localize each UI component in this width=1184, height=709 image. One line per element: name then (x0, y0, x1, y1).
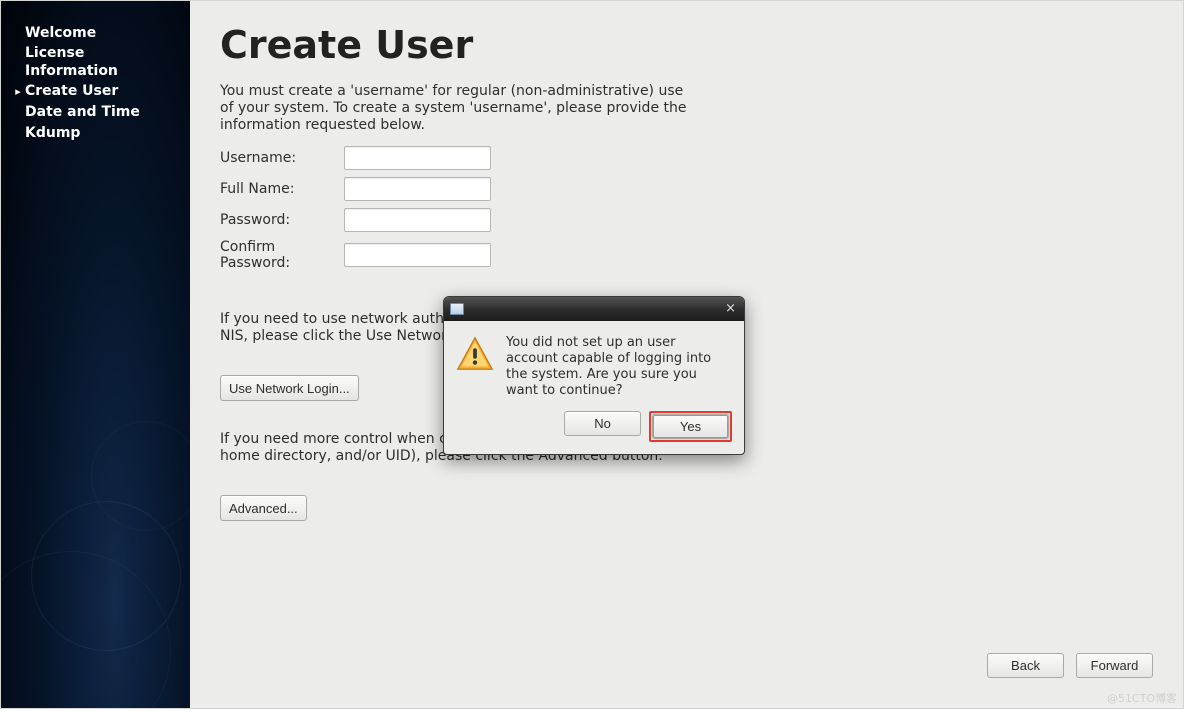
sidebar-item-kdump[interactable]: Kdump (1, 123, 190, 143)
confirm-dialog: × You did not set up an user account cap… (443, 296, 745, 455)
sidebar-item-create-user[interactable]: ▸ Create User (1, 81, 190, 101)
password-label: Password: (220, 212, 344, 228)
decorative-ring (91, 421, 201, 531)
use-network-login-button[interactable]: Use Network Login... (220, 375, 359, 401)
wizard-footer: Back Forward (987, 653, 1153, 678)
sidebar-item-label: Date and Time (25, 103, 140, 121)
page-title: Create User (220, 23, 1153, 67)
window-icon (450, 303, 464, 315)
fullname-input[interactable] (344, 177, 491, 201)
confirm-password-label: Confirm Password: (220, 239, 344, 271)
forward-button[interactable]: Forward (1076, 653, 1153, 678)
sidebar-item-label: Kdump (25, 124, 80, 142)
chevron-right-icon: ▸ (11, 85, 25, 98)
username-label: Username: (220, 150, 344, 166)
wizard-sidebar: Welcome License Information ▸ Create Use… (1, 1, 190, 708)
username-input[interactable] (344, 146, 491, 170)
fullname-label: Full Name: (220, 181, 344, 197)
dialog-message: You did not set up an user account capab… (506, 335, 730, 399)
password-input[interactable] (344, 208, 491, 232)
close-icon[interactable]: × (723, 303, 738, 315)
sidebar-item-license-information[interactable]: License Information (1, 44, 190, 80)
dialog-titlebar[interactable]: × (444, 297, 744, 321)
watermark-text: @51CTO博客 (1107, 690, 1177, 706)
highlight-marker: Yes (649, 411, 732, 442)
sidebar-item-date-and-time[interactable]: Date and Time (1, 102, 190, 122)
dialog-yes-button[interactable]: Yes (652, 414, 729, 439)
sidebar-item-label: License Information (25, 44, 175, 80)
back-button[interactable]: Back (987, 653, 1064, 678)
user-form: Username: Full Name: Password: Confirm P… (220, 146, 1153, 271)
sidebar-item-label: Create User (25, 82, 118, 100)
sidebar-item-label: Welcome (25, 24, 96, 42)
dialog-no-button[interactable]: No (564, 411, 641, 436)
advanced-button[interactable]: Advanced... (220, 495, 307, 521)
confirm-password-input[interactable] (344, 243, 491, 267)
warning-icon (456, 335, 494, 399)
intro-paragraph: You must create a 'username' for regular… (220, 83, 690, 134)
sidebar-item-welcome[interactable]: Welcome (1, 23, 190, 43)
